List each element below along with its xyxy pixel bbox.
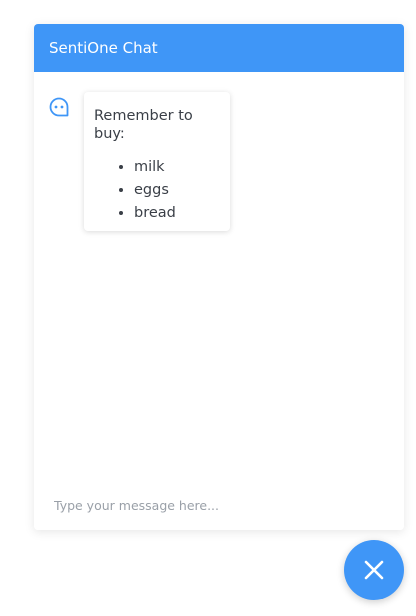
message-input[interactable] — [54, 494, 374, 516]
close-icon — [363, 559, 385, 581]
list-item: eggs — [134, 179, 220, 202]
chat-input-area — [34, 482, 404, 530]
shopping-list: milk eggs bread — [94, 156, 220, 225]
chat-bubble-icon — [49, 97, 69, 117]
chat-title: SentiOne Chat — [49, 39, 158, 57]
close-chat-button[interactable] — [344, 540, 404, 600]
chat-header: SentiOne Chat — [34, 24, 404, 72]
chat-window: SentiOne Chat Remember to buy: milk eggs… — [34, 24, 404, 530]
bot-message: Remember to buy: milk eggs bread — [84, 92, 230, 231]
list-item: milk — [134, 156, 220, 179]
list-item: bread — [134, 202, 220, 225]
message-heading: Remember to buy: — [94, 108, 193, 142]
chat-messages[interactable]: Remember to buy: milk eggs bread — [34, 72, 404, 482]
